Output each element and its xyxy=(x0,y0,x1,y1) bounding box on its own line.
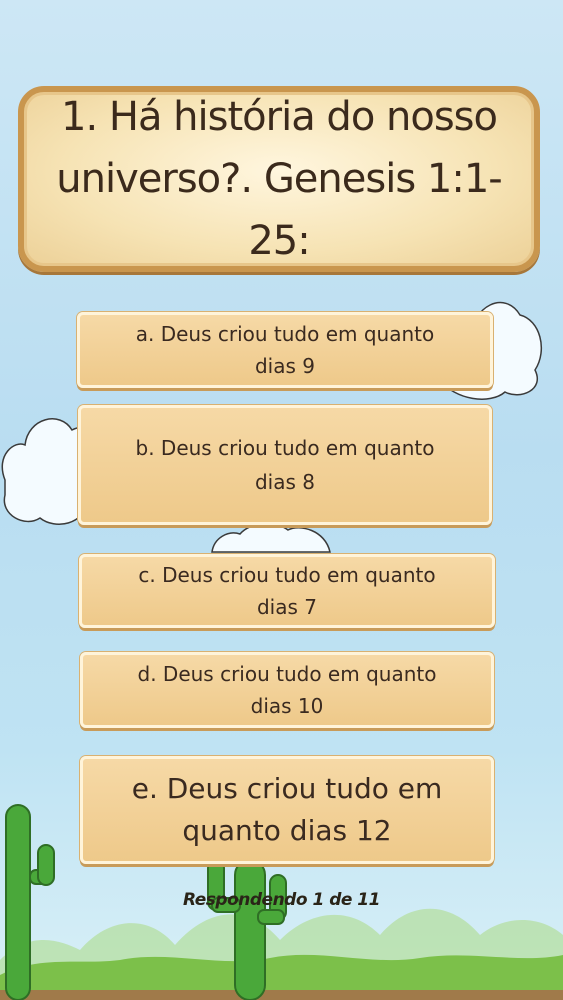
answer-d-line-1: d. Deus criou tudo em quanto xyxy=(137,662,437,686)
answer-c-line-2: dias 7 xyxy=(256,595,317,619)
answer-a-line-2: dias 9 xyxy=(254,354,315,378)
answer-a-line-1: a. Deus criou tudo em quanto xyxy=(135,322,435,346)
question-line-2: universo?. Genesis 1:1-25: xyxy=(56,156,502,264)
question-line-1: 1. Há história do nosso xyxy=(61,94,498,140)
answer-option-a[interactable]: a. Deus criou tudo em quanto dias 9 xyxy=(77,312,493,388)
question-text: 1. Há história do nosso universo?. Genes… xyxy=(42,86,516,272)
answer-option-d[interactable]: d. Deus criou tudo em quanto dias 10 xyxy=(80,652,494,728)
answer-e-line-1: e. Deus criou tudo em xyxy=(131,772,443,805)
answer-option-b[interactable]: b. Deus criou tudo em quanto dias 8 xyxy=(78,405,492,525)
cloud-middle xyxy=(211,522,331,553)
question-card: 1. Há história do nosso universo?. Genes… xyxy=(18,86,540,272)
answer-c-line-1: c. Deus criou tudo em quanto xyxy=(138,563,436,587)
answer-option-c[interactable]: c. Deus criou tudo em quanto dias 7 xyxy=(79,554,495,628)
answer-e-line-2: quanto dias 12 xyxy=(182,814,392,847)
answer-b-line-1: b. Deus criou tudo em quanto xyxy=(135,436,435,460)
progress-label: Respondendo 1 de 11 xyxy=(183,890,380,910)
answer-d-line-2: dias 10 xyxy=(250,694,324,718)
answer-b-line-2: dias 8 xyxy=(254,470,315,494)
answer-option-e[interactable]: e. Deus criou tudo em quanto dias 12 xyxy=(80,756,494,864)
